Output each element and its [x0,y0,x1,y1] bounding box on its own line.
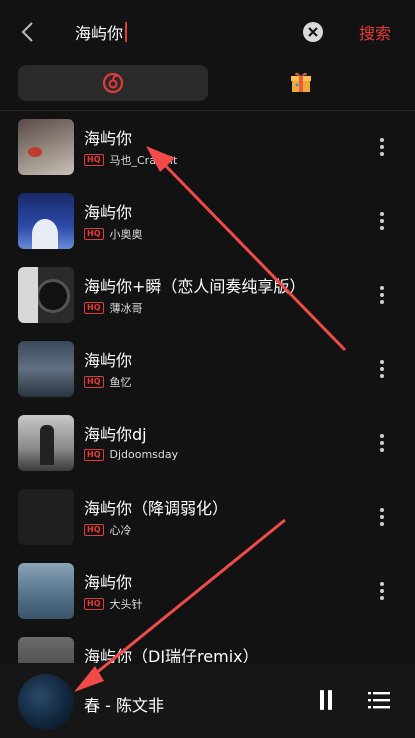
song-meta: HQ 小奥奥 [84,226,143,242]
album-cover [18,637,74,663]
search-input[interactable]: 海屿你 [75,17,128,47]
album-cover [18,341,74,397]
song-title: 海屿你（降调弱化） [84,499,229,518]
song-meta: HQ Djdoomsday [84,448,178,461]
song-list[interactable]: 海屿你 HQ 马也_Crabbit 海屿你 HQ 小奥奥 海屿你+瞬（恋人间奏纯… [0,111,415,663]
song-meta: HQ 大头针 [84,596,143,612]
playlist-icon[interactable] [368,691,390,709]
now-playing-title: 春 - 陈文非 [84,696,164,715]
hq-badge: HQ [84,448,104,461]
song-title: 海屿你 [84,129,133,148]
song-meta: HQ 马也_Crabbit [84,152,177,168]
artist-name: Djdoomsday [109,448,179,461]
song-meta: HQ 鱼忆 [84,374,132,390]
hq-badge: HQ [84,598,104,610]
artist-name: 大头针 [109,598,143,611]
song-title: 海屿你 [84,573,133,592]
more-options-icon[interactable] [380,434,384,452]
artist-name: 薄冰哥 [109,302,143,315]
artist-name: 小奥奥 [109,228,143,241]
song-row[interactable]: 海屿你 HQ 马也_Crabbit [0,111,415,185]
search-query-text: 海屿你 [75,24,124,43]
song-title: 海屿你 [84,351,133,370]
back-arrow-icon[interactable] [18,20,38,44]
artist-name: 心冷 [109,524,132,537]
more-options-icon[interactable] [380,508,384,526]
more-options-icon[interactable] [380,360,384,378]
song-row[interactable]: 海屿你 HQ 大头针 [0,555,415,629]
artist-name: 马也_Crabbit [109,154,178,167]
artist-name: 鱼忆 [109,376,132,389]
clear-icon[interactable] [303,22,323,42]
search-header: 海屿你 搜索 [0,0,415,64]
album-cover [18,267,74,323]
now-playing-cover[interactable] [18,674,74,730]
hq-badge: HQ [84,376,104,388]
song-row[interactable]: 海屿你+瞬（恋人间奏纯享版） HQ 薄冰哥 [0,259,415,333]
more-options-icon[interactable] [380,286,384,304]
pause-icon[interactable] [320,690,332,710]
album-cover [18,193,74,249]
song-row[interactable]: 海屿你 HQ 鱼忆 [0,333,415,407]
hq-badge: HQ [84,302,104,314]
hq-badge: HQ [84,228,104,240]
gift-box-icon[interactable] [290,70,312,94]
song-title: 海屿你+瞬（恋人间奏纯享版） [84,277,306,296]
source-tabs [0,64,415,108]
song-row[interactable]: 海屿你 HQ 小奥奥 [0,185,415,259]
album-cover [18,563,74,619]
tab-netease[interactable] [18,65,208,101]
song-meta: HQ 心冷 [84,522,132,538]
song-title: 海屿你dj [84,425,147,444]
netease-music-icon [102,72,124,94]
more-options-icon[interactable] [380,582,384,600]
mini-player[interactable]: 春 - 陈文非 [0,664,415,738]
song-meta: HQ 薄冰哥 [84,300,143,316]
album-cover [18,489,74,545]
more-options-icon[interactable] [380,212,384,230]
album-cover [18,119,74,175]
song-row[interactable]: 海屿你（DJ瑞仔remix） [0,629,415,663]
song-row[interactable]: 海屿你（降调弱化） HQ 心冷 [0,481,415,555]
search-button[interactable]: 搜索 [359,20,391,44]
hq-badge: HQ [84,154,104,166]
song-title: 海屿你 [84,203,133,222]
album-cover [18,415,74,471]
text-cursor [125,22,128,42]
hq-badge: HQ [84,524,104,536]
song-row[interactable]: 海屿你dj HQ Djdoomsday [0,407,415,481]
more-options-icon[interactable] [380,138,384,156]
song-title: 海屿你（DJ瑞仔remix） [84,647,259,663]
